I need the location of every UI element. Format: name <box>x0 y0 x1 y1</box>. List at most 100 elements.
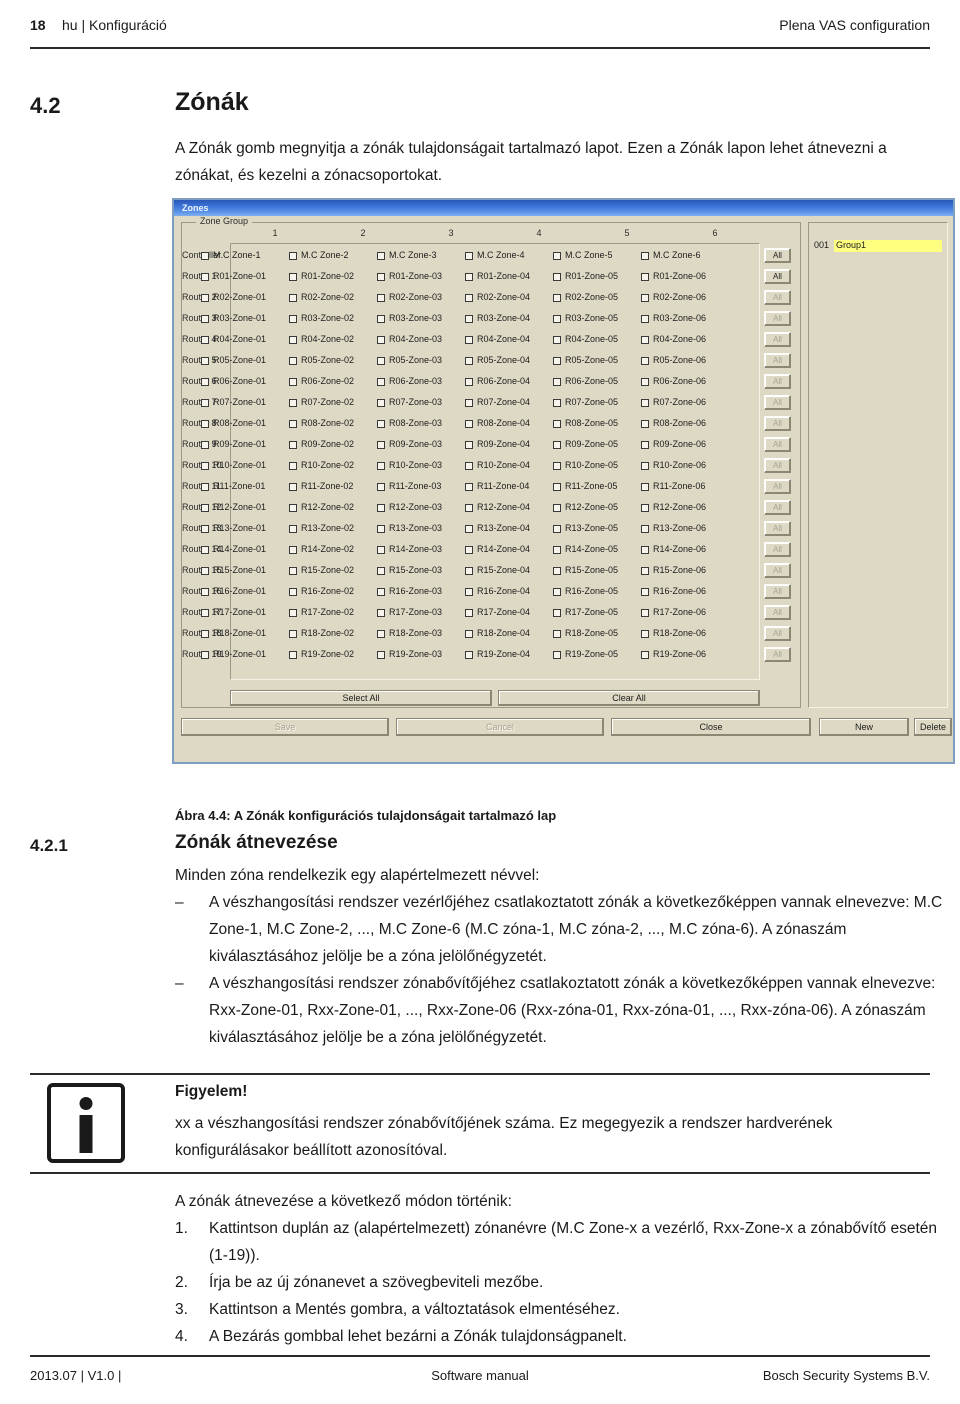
zone-checkbox-item[interactable]: R18-Zone-01 <box>201 623 266 644</box>
zone-checkbox-item[interactable]: R02-Zone-01 <box>201 287 266 308</box>
checkbox-icon[interactable] <box>641 503 649 512</box>
zone-checkbox-item[interactable]: R06-Zone-01 <box>201 371 266 392</box>
zone-checkbox-item[interactable]: R03-Zone-02 <box>289 308 354 329</box>
checkbox-icon[interactable] <box>553 377 561 386</box>
row-select-all-button[interactable]: All <box>764 374 791 389</box>
row-select-all-button[interactable]: All <box>764 395 791 410</box>
checkbox-icon[interactable] <box>289 482 297 491</box>
checkbox-icon[interactable] <box>641 272 649 281</box>
zone-checkbox-item[interactable]: R03-Zone-03 <box>377 308 442 329</box>
checkbox-icon[interactable] <box>641 461 649 470</box>
zone-checkbox-item[interactable]: R05-Zone-02 <box>289 350 354 371</box>
zone-checkbox-item[interactable]: R09-Zone-05 <box>553 434 618 455</box>
checkbox-icon[interactable] <box>377 440 385 449</box>
zone-checkbox-item[interactable]: R11-Zone-06 <box>641 476 705 497</box>
zone-checkbox-item[interactable]: R16-Zone-03 <box>377 581 442 602</box>
zone-checkbox-item[interactable]: R11-Zone-04 <box>465 476 529 497</box>
checkbox-icon[interactable] <box>201 587 209 596</box>
zone-checkbox-item[interactable]: R14-Zone-03 <box>377 539 442 560</box>
checkbox-icon[interactable] <box>201 461 209 470</box>
zone-checkbox-item[interactable]: R12-Zone-03 <box>377 497 442 518</box>
zone-checkbox-item[interactable]: R07-Zone-03 <box>377 392 442 413</box>
zone-checkbox-item[interactable]: R13-Zone-01 <box>201 518 266 539</box>
checkbox-icon[interactable] <box>377 587 385 596</box>
zone-checkbox-item[interactable]: R09-Zone-02 <box>289 434 354 455</box>
checkbox-icon[interactable] <box>465 461 473 470</box>
zone-checkbox-item[interactable]: M.C Zone-5 <box>553 245 613 266</box>
checkbox-icon[interactable] <box>377 545 385 554</box>
zone-checkbox-item[interactable]: R02-Zone-06 <box>641 287 706 308</box>
zone-checkbox-item[interactable]: R19-Zone-01 <box>201 644 266 665</box>
checkbox-icon[interactable] <box>289 587 297 596</box>
checkbox-icon[interactable] <box>201 314 209 323</box>
checkbox-icon[interactable] <box>465 356 473 365</box>
checkbox-icon[interactable] <box>465 377 473 386</box>
row-select-all-button[interactable]: All <box>764 542 791 557</box>
checkbox-icon[interactable] <box>641 314 649 323</box>
checkbox-icon[interactable] <box>289 545 297 554</box>
checkbox-icon[interactable] <box>201 398 209 407</box>
zone-checkbox-item[interactable]: R04-Zone-02 <box>289 329 354 350</box>
zone-checkbox-item[interactable]: R15-Zone-01 <box>201 560 266 581</box>
zone-checkbox-item[interactable]: R05-Zone-06 <box>641 350 706 371</box>
checkbox-icon[interactable] <box>553 314 561 323</box>
zone-group-list-panel[interactable]: 001 Group1 <box>808 222 948 708</box>
checkbox-icon[interactable] <box>641 545 649 554</box>
checkbox-icon[interactable] <box>201 545 209 554</box>
checkbox-icon[interactable] <box>289 398 297 407</box>
checkbox-icon[interactable] <box>377 629 385 638</box>
zone-checkbox-item[interactable]: R13-Zone-05 <box>553 518 618 539</box>
checkbox-icon[interactable] <box>289 608 297 617</box>
zone-checkbox-item[interactable]: R18-Zone-03 <box>377 623 442 644</box>
zone-checkbox-item[interactable]: R12-Zone-02 <box>289 497 354 518</box>
zone-checkbox-item[interactable]: R19-Zone-06 <box>641 644 706 665</box>
checkbox-icon[interactable] <box>289 461 297 470</box>
zone-checkbox-item[interactable]: R13-Zone-04 <box>465 518 530 539</box>
zone-checkbox-item[interactable]: R10-Zone-05 <box>553 455 618 476</box>
zone-checkbox-item[interactable]: R13-Zone-03 <box>377 518 442 539</box>
zone-checkbox-item[interactable]: R06-Zone-04 <box>465 371 530 392</box>
zone-checkbox-item[interactable]: R17-Zone-04 <box>465 602 530 623</box>
row-select-all-button[interactable]: All <box>764 500 791 515</box>
checkbox-icon[interactable] <box>289 272 297 281</box>
zone-checkbox-item[interactable]: R06-Zone-02 <box>289 371 354 392</box>
delete-button[interactable]: Delete <box>914 718 952 736</box>
cancel-button[interactable]: Cancel <box>396 718 604 736</box>
zone-checkbox-item[interactable]: R18-Zone-04 <box>465 623 530 644</box>
zone-checkbox-item[interactable]: R10-Zone-03 <box>377 455 442 476</box>
zone-checkbox-item[interactable]: R04-Zone-01 <box>201 329 266 350</box>
checkbox-icon[interactable] <box>201 272 209 281</box>
checkbox-icon[interactable] <box>465 272 473 281</box>
checkbox-icon[interactable] <box>553 272 561 281</box>
zone-checkbox-item[interactable]: R05-Zone-04 <box>465 350 530 371</box>
checkbox-icon[interactable] <box>553 545 561 554</box>
checkbox-icon[interactable] <box>289 650 297 659</box>
checkbox-icon[interactable] <box>553 398 561 407</box>
checkbox-icon[interactable] <box>641 566 649 575</box>
checkbox-icon[interactable] <box>377 608 385 617</box>
zone-checkbox-item[interactable]: R02-Zone-02 <box>289 287 354 308</box>
zone-checkbox-item[interactable]: R11-Zone-02 <box>289 476 353 497</box>
checkbox-icon[interactable] <box>377 398 385 407</box>
checkbox-icon[interactable] <box>201 335 209 344</box>
checkbox-icon[interactable] <box>465 419 473 428</box>
checkbox-icon[interactable] <box>377 314 385 323</box>
zone-checkbox-item[interactable]: R19-Zone-05 <box>553 644 618 665</box>
zone-checkbox-item[interactable]: R08-Zone-04 <box>465 413 530 434</box>
checkbox-icon[interactable] <box>377 650 385 659</box>
zone-checkbox-item[interactable]: R07-Zone-06 <box>641 392 706 413</box>
row-select-all-button[interactable]: All <box>764 563 791 578</box>
checkbox-icon[interactable] <box>553 629 561 638</box>
zone-checkbox-item[interactable]: M.C Zone-6 <box>641 245 701 266</box>
zone-checkbox-item[interactable]: R14-Zone-02 <box>289 539 354 560</box>
checkbox-icon[interactable] <box>553 356 561 365</box>
checkbox-icon[interactable] <box>465 587 473 596</box>
row-select-all-button[interactable]: All <box>764 353 791 368</box>
zone-checkbox-item[interactable]: R16-Zone-06 <box>641 581 706 602</box>
checkbox-icon[interactable] <box>465 440 473 449</box>
checkbox-icon[interactable] <box>201 356 209 365</box>
zone-checkbox-item[interactable]: R07-Zone-01 <box>201 392 266 413</box>
zone-checkbox-item[interactable]: R04-Zone-04 <box>465 329 530 350</box>
new-button[interactable]: New <box>819 718 909 736</box>
checkbox-icon[interactable] <box>377 419 385 428</box>
